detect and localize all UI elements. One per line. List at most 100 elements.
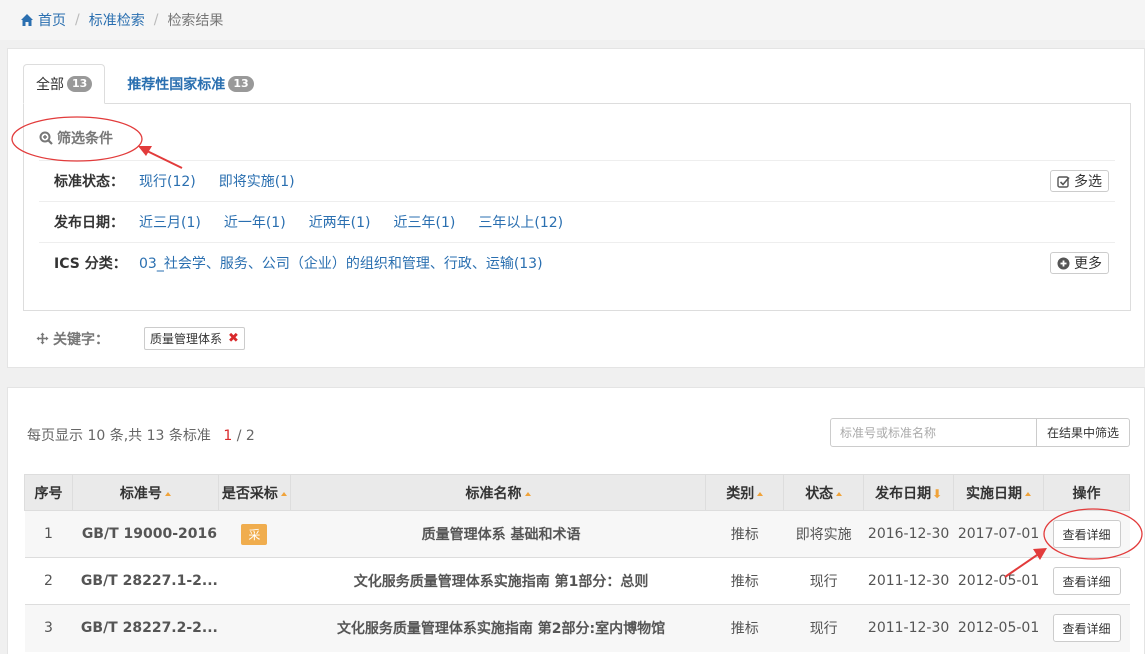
filter-title[interactable]: 筛选条件 <box>39 128 113 148</box>
column-header-publish-date[interactable]: 发布日期⬇ <box>863 474 955 511</box>
cell-index: 1 <box>24 510 73 558</box>
checkbox-edit-icon <box>1057 175 1070 188</box>
filter-title-label: 筛选条件 <box>57 131 113 147</box>
filter-option-1-year[interactable]: 近一年(1) <box>224 212 286 232</box>
filter-row-label: 发布日期： <box>54 215 124 231</box>
filter-option-upcoming[interactable]: 即将实施(1) <box>219 171 295 191</box>
column-header-label: 标准名称 <box>465 485 522 502</box>
column-header-adopted[interactable]: 是否采标 <box>217 474 291 511</box>
current-page-number: 1 <box>223 428 233 444</box>
column-header-type[interactable]: 类别 <box>705 474 785 511</box>
filter-options: 现行(12) 即将实施(1) <box>139 171 295 191</box>
column-header-label: 标准号 <box>119 485 162 502</box>
result-search-group: 在结果中筛选 <box>830 418 1131 447</box>
cell-effective-date: 2012-05-01 <box>953 557 1044 605</box>
tab-count-badge: 13 <box>67 76 93 92</box>
filter-option-2-years[interactable]: 近两年(1) <box>309 212 371 232</box>
column-header-status[interactable]: 状态 <box>783 474 865 511</box>
tab-recommended-national[interactable]: 推荐性国家标准 13 <box>115 64 265 104</box>
tab-all[interactable]: 全部 13 <box>23 64 106 104</box>
table-row: 3 GB/T 28227.2-2... 文化服务质量管理体系实施指南 第2部分:… <box>24 604 1130 652</box>
filter-option-3-years[interactable]: 近三年(1) <box>394 212 456 232</box>
table-row: 2 GB/T 28227.1-2... 文化服务质量管理体系实施指南 第1部分：… <box>24 557 1130 605</box>
standard-code-link[interactable]: GB/T 28227.2-2... <box>72 604 219 652</box>
cell-index: 3 <box>24 604 73 652</box>
cell-standard-name: 质量管理体系 基础和术语 <box>290 510 706 558</box>
sort-up-icon <box>280 491 287 496</box>
column-header-effective-date[interactable]: 实施日期 <box>953 474 1045 511</box>
column-header-label: 实施日期 <box>966 485 1023 502</box>
cell-adopted <box>218 604 291 652</box>
column-header-label: 操作 <box>1072 485 1101 502</box>
sort-up-icon <box>1025 491 1032 496</box>
standard-code-link[interactable]: GB/T 28227.1-2... <box>72 557 219 605</box>
filter-row-label: ICS 分类： <box>54 256 127 272</box>
cell-standard-name: 文化服务质量管理体系实施指南 第1部分：总则 <box>290 557 706 605</box>
filter-option-over-3-years[interactable]: 三年以上(12) <box>478 212 563 232</box>
zoom-in-icon <box>39 131 53 145</box>
total-pages: / 2 <box>236 428 255 444</box>
filter-option-ics-03[interactable]: 03_社会学、服务、公司（企业）的组织和管理、行政、运输(13) <box>139 253 543 273</box>
cell-adopted <box>218 557 291 605</box>
view-detail-button[interactable]: 查看详细 <box>1052 614 1121 643</box>
filter-in-results-button[interactable]: 在结果中筛选 <box>1037 418 1131 447</box>
column-header-label: 是否采标 <box>221 485 278 502</box>
cell-index: 2 <box>24 557 73 605</box>
cell-effective-date: 2012-05-01 <box>953 604 1044 652</box>
column-header-label: 类别 <box>726 485 755 502</box>
breadcrumb-separator: / <box>75 12 80 28</box>
filter-row-label: 标准状态： <box>54 174 124 190</box>
breadcrumb-search-link[interactable]: 标准检索 <box>89 10 145 30</box>
column-header-name[interactable]: 标准名称 <box>289 474 707 511</box>
cell-type: 推标 <box>705 557 784 605</box>
more-label: 更多 <box>1074 256 1102 272</box>
cell-status: 即将实施 <box>783 510 864 558</box>
sort-up-icon <box>524 491 531 496</box>
view-detail-button[interactable]: 查看详细 <box>1052 567 1121 595</box>
filter-panel: 全部 13 推荐性国家标准 13 筛选条件 标准状态： 现行(12) 即将实施(… <box>7 48 1145 368</box>
cell-type: 推标 <box>705 604 784 652</box>
remove-keyword-icon[interactable]: ✖ <box>228 331 239 346</box>
cell-status: 现行 <box>783 604 864 652</box>
breadcrumb: 首页 / 标准检索 / 检索结果 <box>0 0 1145 40</box>
filter-option-3-months[interactable]: 近三月(1) <box>139 212 201 232</box>
cell-publish-date: 2011-12-30 <box>863 557 954 605</box>
tab-label: 推荐性国家标准 <box>127 77 226 93</box>
table-header-row: 序号 标准号 是否采标 标准名称 类别 状态 发布日期⬇ 实施日期 操作 <box>24 474 1130 511</box>
cell-adopted: 采 <box>218 510 291 558</box>
sort-down-icon: ⬇ <box>932 486 943 501</box>
breadcrumb-current: 检索结果 <box>167 13 224 29</box>
filter-options: 近三月(1) 近一年(1) 近两年(1) 近三年(1) 三年以上(12) <box>139 212 563 232</box>
view-detail-button[interactable]: 查看详细 <box>1052 520 1121 548</box>
result-search-input[interactable] <box>830 418 1037 447</box>
cell-action: 查看详细 <box>1043 557 1130 605</box>
cell-action: 查看详细 <box>1043 510 1130 558</box>
move-icon <box>36 332 49 345</box>
breadcrumb-home-link[interactable]: 首页 <box>38 10 66 30</box>
column-header-label: 序号 <box>34 485 63 502</box>
filter-row-ics: ICS 分类： 03_社会学、服务、公司（企业）的组织和管理、行政、运输(13)… <box>39 242 1115 283</box>
tab-bar: 全部 13 推荐性国家标准 13 <box>23 64 266 104</box>
column-header-code[interactable]: 标准号 <box>71 474 219 511</box>
breadcrumb-separator: / <box>153 12 159 28</box>
keyword-tag-text: 质量管理体系 <box>150 332 223 346</box>
cell-type: 推标 <box>705 510 784 558</box>
sort-up-icon <box>757 491 764 496</box>
cell-action: 查看详细 <box>1043 604 1130 652</box>
sort-up-icon <box>836 491 843 496</box>
keyword-row: 关键字： 质量管理体系 ✖ <box>36 327 245 350</box>
standard-code-link[interactable]: GB/T 19000-2016 <box>72 510 219 558</box>
keyword-tag: 质量管理体系 ✖ <box>144 327 245 350</box>
cell-publish-date: 2016-12-30 <box>863 510 954 558</box>
filter-options: 03_社会学、服务、公司（企业）的组织和管理、行政、运输(13) <box>139 253 543 273</box>
results-summary: 每页显示 10 条,共 13 条标准 1 / 2 <box>27 425 255 445</box>
column-header-label: 状态 <box>805 485 834 502</box>
more-button[interactable]: 更多 <box>1050 252 1109 274</box>
keyword-label-text: 关键字： <box>53 331 109 348</box>
cell-standard-name: 文化服务质量管理体系实施指南 第2部分:室内博物馆 <box>290 604 706 652</box>
results-panel: 每页显示 10 条,共 13 条标准 1 / 2 在结果中筛选 序号 标准号 是… <box>7 387 1145 654</box>
tab-label: 全部 <box>36 77 64 93</box>
multi-select-button[interactable]: 多选 <box>1050 170 1109 192</box>
filter-option-current[interactable]: 现行(12) <box>139 171 196 191</box>
column-header-action: 操作 <box>1043 474 1130 511</box>
